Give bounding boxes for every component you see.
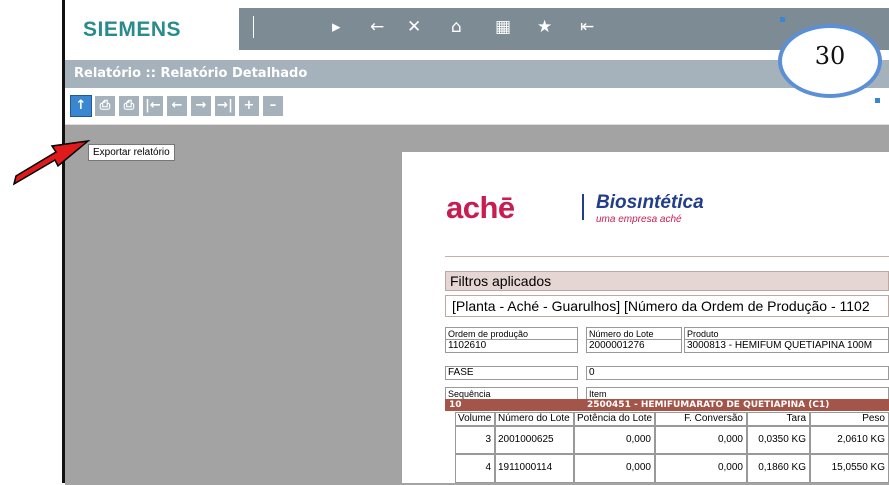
badge-dot [875, 98, 880, 103]
export-icon: ↑ [75, 98, 87, 113]
top-bar: SIEMENS ▸ ← ✕ ⌂ ▦ ★ ⇤ [65, 0, 889, 60]
star-icon[interactable]: ★ [537, 17, 552, 37]
siemens-logo: SIEMENS [83, 18, 182, 41]
table-cell: 0,000 [655, 426, 747, 454]
play-icon[interactable]: ▸ [332, 17, 341, 37]
last-page-icon: →| [217, 98, 233, 113]
table-cell: 0,0350 KG [747, 426, 810, 454]
export-button[interactable]: ↑ [70, 95, 92, 117]
window-title: Relatório :: Relatório Detalhado [74, 66, 308, 81]
export-tooltip: Exportar relatório [88, 144, 175, 161]
filters-title: Filtros aplicados [445, 271, 889, 291]
list-icon[interactable]: ▦ [495, 17, 511, 37]
table-cell: 3 [455, 426, 495, 454]
prev-page-button[interactable]: ← [167, 96, 187, 116]
table-cell: 1911000114 [495, 454, 574, 483]
order-value: 1102610 [445, 339, 578, 353]
col-peso: Peso [810, 412, 889, 426]
col-volume: Volume [455, 412, 495, 426]
report-toolbar: ↑ ⎙ ⎙ |← ← → →| + – [65, 88, 889, 125]
red-arrow-pointer [12, 139, 91, 186]
table-cell: 2001000625 [495, 426, 574, 454]
print-button[interactable]: ⎙ [95, 96, 115, 116]
table-cell: 2,0610 KG [810, 426, 889, 454]
header-rule [445, 256, 889, 257]
biosintetica-tagline: uma empresa aché [596, 214, 682, 225]
sequence-row: 10 2500451 - HEMIFUMARATO DE QUETIAPINA … [445, 399, 889, 411]
first-page-button[interactable]: |← [143, 96, 163, 116]
home-icon[interactable]: ⌂ [451, 17, 462, 37]
item-label: Item [586, 387, 889, 399]
table-cell: 4 [455, 454, 495, 483]
filters-value: [Planta - Aché - Guarulhos] [Número da O… [445, 295, 889, 317]
nav-separator [253, 16, 254, 38]
lot-value: 2000001276 [586, 339, 682, 353]
step-number: 30 [814, 42, 846, 70]
first-page-icon: |← [145, 98, 161, 113]
col-conversion: F. Conversão [655, 412, 747, 426]
order-label: Ordem de produção [445, 327, 578, 339]
zoom-out-button[interactable]: – [263, 96, 283, 116]
table-cell: 0,000 [574, 454, 655, 483]
zoom-in-button[interactable]: + [239, 96, 259, 116]
close-icon[interactable]: ✕ [407, 17, 421, 37]
prev-page-icon: ← [171, 98, 183, 113]
table-cell: 0,000 [574, 426, 655, 454]
badge-dot [780, 17, 785, 22]
print-icon: ⎙ [99, 98, 111, 113]
table-cell: 0,1860 KG [747, 454, 810, 483]
title-bar: Relatório :: Relatório Detalhado [65, 60, 889, 88]
col-tara: Tara [747, 412, 810, 426]
col-potency: Potência do Lote [574, 412, 655, 426]
col-lot-number: Número do Lote [495, 412, 574, 426]
last-page-button[interactable]: →| [215, 96, 235, 116]
zoom-out-icon: – [269, 98, 277, 113]
table-cell: 15,0550 KG [810, 454, 889, 483]
lot-label: Número do Lote [586, 327, 682, 339]
sequence-label: Sequência [445, 387, 578, 399]
back-arrow-icon[interactable]: ← [370, 17, 384, 37]
exit-icon[interactable]: ⇤ [580, 17, 594, 37]
next-page-button[interactable]: → [191, 96, 211, 116]
zoom-in-icon: + [243, 98, 255, 113]
biosintetica-logo: Biosıntética [596, 192, 704, 213]
fase-value: 0 [586, 366, 889, 380]
product-value: 3000813 - HEMIFUM QUETIAPINA 100M [684, 339, 889, 353]
next-page-icon: → [195, 98, 207, 113]
fase-label: FASE [445, 366, 578, 380]
table-cell: 0,000 [655, 454, 747, 483]
item-value: 2500451 - HEMIFUMARATO DE QUETIAPINA (C1… [587, 400, 830, 410]
sequence-value: 10 [449, 400, 462, 410]
logo-divider [582, 194, 584, 220]
print-preview-icon: ⎙ [123, 98, 135, 113]
product-label: Produto [684, 327, 889, 339]
ache-logo: achē [446, 190, 515, 225]
print-preview-button[interactable]: ⎙ [119, 96, 139, 116]
